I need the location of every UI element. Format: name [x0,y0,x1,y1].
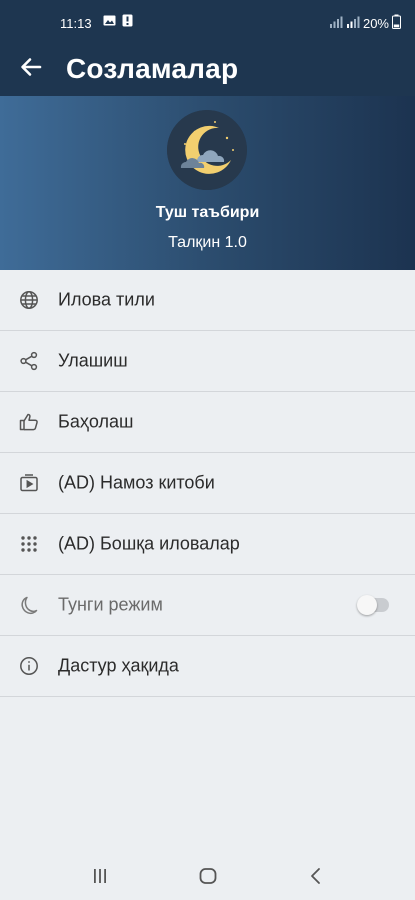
battery-icon [392,14,401,32]
menu-item-share[interactable]: Улашиш [0,331,415,392]
share-icon [18,350,40,372]
system-nav-bar [0,856,415,900]
apps-grid-icon [18,533,40,555]
toggle-knob [357,595,377,615]
moon-icon [18,594,40,616]
menu-item-rate[interactable]: Баҳолаш [0,392,415,453]
back-button[interactable] [14,52,48,86]
menu-item-label: Илова тили [58,289,155,310]
page-title: Созламалар [66,53,239,84]
app-bar: Созламалар [0,44,415,96]
menu-item-label: Тунги режим [58,594,163,615]
thumbs-up-icon [18,411,40,433]
globe-icon [18,289,40,311]
signal-icon [329,16,343,31]
nav-back-button[interactable] [304,866,328,890]
app-version: Талқин 1.0 [168,234,247,251]
gallery-icon [103,14,116,30]
signal-icon-2 [346,16,360,31]
play-box-icon [18,472,40,494]
menu-item-label: (AD) Бошқа иловалар [58,533,240,554]
menu-item-label: Улашиш [58,350,128,371]
menu-item-namoz-book-ad[interactable]: (AD) Намоз китоби [0,453,415,514]
app-name: Туш таъбири [155,204,260,221]
menu-item-label: Баҳолаш [58,411,134,432]
recents-button[interactable] [88,866,112,890]
battery-percent: 20% [362,15,389,31]
menu-item-about[interactable]: Дастур ҳақида [0,636,415,697]
menu-item-other-apps-ad[interactable]: (AD) Бошқа иловалар [0,514,415,575]
info-icon [18,655,40,677]
recents-icon [91,868,109,889]
home-button[interactable] [196,866,220,890]
back-icon [308,867,324,890]
home-icon [198,866,218,891]
status-bar: 11:13 20% [0,0,415,44]
night-mode-toggle[interactable] [357,595,389,615]
settings-menu: Илова тили Улашиш Баҳолаш (AD) Намоз кит… [0,270,415,697]
menu-item-language[interactable]: Илова тили [0,270,415,331]
app-logo [167,110,247,190]
status-time: 11:13 [60,16,92,31]
menu-item-night-mode[interactable]: Тунги режим [0,575,415,636]
arrow-left-icon [20,56,42,83]
notification-alert-icon [122,14,133,30]
menu-item-label: (AD) Намоз китоби [58,472,215,493]
menu-item-label: Дастур ҳақида [58,655,179,676]
